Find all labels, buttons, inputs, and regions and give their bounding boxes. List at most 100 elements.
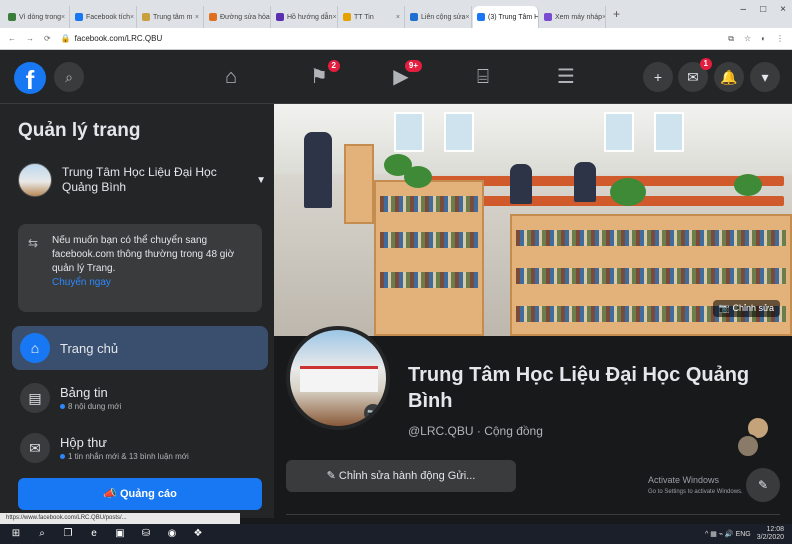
- url-field[interactable]: facebook.com/LRC.QBU: [75, 34, 163, 43]
- tab-close-icon[interactable]: ×: [332, 14, 336, 21]
- cover-books: [380, 196, 478, 212]
- page-main: 📷 Chỉnh sửa 📷 Trung Tâm Học Liệu Đại Học…: [274, 104, 792, 518]
- manage-page-sidebar: Quản lý trang Trung Tâm Học Liệu Đại Học…: [0, 104, 274, 518]
- unread-dot-icon: [60, 404, 65, 409]
- tray-icons[interactable]: ^ ▦ ⌁ 🔊 ENG: [705, 530, 751, 538]
- taskbar-app-icon[interactable]: ▣: [110, 527, 130, 541]
- tab-label: Trung tâm m: [153, 13, 193, 21]
- account-menu-button[interactable]: ▾: [750, 62, 780, 92]
- menu-icon[interactable]: ☰: [553, 64, 579, 90]
- star-icon[interactable]: ☆: [744, 34, 751, 44]
- taskbar-app-icon[interactable]: ⊞: [6, 527, 26, 541]
- browser-tab[interactable]: Trung tâm m ×: [138, 6, 204, 28]
- home-icon: ⌂: [20, 333, 50, 363]
- switch-now-link[interactable]: Chuyển ngay: [52, 276, 252, 290]
- tab-label: Facebook tích: [86, 13, 130, 21]
- tab-close-icon[interactable]: ×: [270, 14, 271, 21]
- create-button[interactable]: +: [643, 62, 673, 92]
- taskbar-app-icon[interactable]: ❖: [188, 527, 208, 541]
- search-icon[interactable]: ⌕: [54, 62, 84, 92]
- megaphone-icon: 📣: [103, 488, 117, 500]
- extensions-icon[interactable]: ⧉: [728, 34, 734, 44]
- taskbar-app-icon[interactable]: ❐: [58, 527, 78, 541]
- sidebar-item-subtext: 1 tin nhắn mới & 13 bình luận mới: [60, 452, 189, 461]
- cover-photo[interactable]: 📷 Chỉnh sửa: [274, 104, 792, 336]
- edit-send-action-button[interactable]: ✎ Chỉnh sửa hành động Gửi...: [286, 460, 516, 492]
- news-feed-icon: ▤: [20, 383, 50, 413]
- forward-button[interactable]: →: [26, 34, 34, 43]
- facebook-logo[interactable]: f: [14, 62, 46, 95]
- browser-tab[interactable]: Facebook tích ×: [71, 6, 137, 28]
- new-tab-button[interactable]: +: [613, 7, 620, 21]
- ad-button[interactable]: 📣 Quảng cáo: [18, 478, 262, 510]
- flag-icon-glyph: ⚑: [310, 66, 328, 88]
- sidebar-item-subtext: 8 nội dung mới: [60, 402, 121, 411]
- ad-button-label: Quảng cáo: [119, 488, 177, 500]
- back-button[interactable]: ←: [8, 34, 16, 43]
- browser-tab-bar: Vì dòng trong × Facebook tích × Trung tâm m ×…: [0, 0, 792, 28]
- sidebar-item-subtext-value: 1 tin nhắn mới & 13 bình luận mới: [68, 452, 189, 461]
- marketplace-icon[interactable]: ⌸: [470, 64, 496, 90]
- tab-favicon-icon: [8, 13, 16, 21]
- browser-tab[interactable]: Vì dòng trong ×: [4, 6, 70, 28]
- camera-icon[interactable]: 📷: [364, 404, 382, 422]
- inbox-icon: ✉: [20, 433, 50, 463]
- reload-button[interactable]: ⟳: [44, 34, 51, 43]
- browser-tab[interactable]: TT Tin ×: [339, 6, 405, 28]
- browser-tab[interactable]: Hồ hướng dẫn ×: [272, 6, 338, 28]
- menu-icon-glyph: ☰: [557, 66, 575, 88]
- system-tray: ^ ▦ ⌁ 🔊 ENG 12:08 3/2/2020: [705, 526, 792, 542]
- browser-tab[interactable]: (3) Trung Tâm H×: [473, 6, 539, 28]
- cover-plant: [734, 174, 762, 196]
- minimize-button[interactable]: –: [741, 4, 747, 15]
- page-switcher[interactable]: Trung Tâm Học Liệu Đại Học Quảng Bình ▼: [18, 154, 266, 206]
- sidebar-item-label: Hộp thư: [60, 435, 108, 450]
- notifications-icon: 🔔: [720, 69, 738, 85]
- cover-window: [604, 112, 634, 152]
- page-title: Trung Tâm Học Liệu Đại Học Quảng Bình: [408, 364, 750, 412]
- cover-bookshelf: [510, 214, 792, 336]
- messenger-button[interactable]: ✉ 1: [678, 58, 712, 92]
- page-thumbnail: [18, 163, 52, 197]
- clock[interactable]: 12:08 3/2/2020: [757, 526, 784, 542]
- page-avatar[interactable]: 📷: [286, 326, 390, 430]
- tab-close-icon[interactable]: ×: [602, 14, 605, 21]
- more-icon[interactable]: ⋮: [776, 34, 784, 44]
- sidebar-item-inbox[interactable]: ✉ Hộp thư 1 tin nhắn mới & 13 bình luận mớ…: [12, 426, 268, 470]
- tab-favicon-icon: [276, 13, 284, 21]
- notifications-button[interactable]: 🔔: [714, 62, 744, 92]
- tab-favicon-icon: [209, 13, 217, 21]
- tab-close-icon[interactable]: ×: [130, 14, 134, 21]
- profile-icon[interactable]: ◐: [761, 34, 766, 44]
- account-menu-icon: ▾: [761, 69, 769, 85]
- taskbar-app-icon[interactable]: ⛁: [136, 527, 156, 541]
- tab-close-icon[interactable]: ×: [465, 14, 469, 21]
- tab-close-icon[interactable]: ×: [61, 14, 65, 21]
- friend-avatar[interactable]: [736, 434, 760, 458]
- sidebar-item-home[interactable]: ⌂ Trang chủ: [12, 326, 268, 370]
- close-window-button[interactable]: ×: [780, 4, 786, 15]
- taskbar-app-icon[interactable]: e: [84, 527, 104, 541]
- windows-taskbar: ⊞ ⌕ ❐ e ▣ ⛁ ◉ ❖ ^ ▦ ⌁ 🔊 ENG 12:08 3/2/2020: [0, 524, 792, 544]
- sidebar-item-news-feed[interactable]: ▤ Bảng tin 8 nội dung mới: [12, 376, 268, 420]
- maximize-button[interactable]: □: [760, 4, 766, 15]
- taskbar-app-icon[interactable]: ⌕: [32, 527, 52, 541]
- tab-label: Vì dòng trong: [19, 13, 62, 21]
- edit-cover-button[interactable]: 📷 Chỉnh sửa: [712, 300, 780, 317]
- tab-favicon-icon: [343, 13, 351, 21]
- notification-badge: 9+: [404, 60, 422, 72]
- browser-tab[interactable]: Liên cộng sửa ×: [406, 6, 472, 28]
- browser-tab[interactable]: Xem máy nháp ×: [540, 6, 606, 28]
- watch-icon[interactable]: ▶ 9+: [388, 60, 422, 90]
- cover-books: [516, 268, 786, 284]
- tab-close-icon[interactable]: ×: [396, 14, 400, 21]
- tab-close-icon[interactable]: ×: [195, 14, 199, 21]
- taskbar-app-icon[interactable]: ◉: [162, 527, 182, 541]
- messenger-icon: ✉: [687, 69, 699, 85]
- new-message-button[interactable]: ✎: [746, 468, 780, 502]
- home-icon[interactable]: ⌂: [218, 64, 244, 90]
- content-divider: [286, 514, 780, 515]
- browser-tab[interactable]: Đường sửa hỏa×: [205, 6, 271, 28]
- flag-icon[interactable]: ⚑ 2: [306, 60, 340, 90]
- cover-books: [380, 272, 478, 288]
